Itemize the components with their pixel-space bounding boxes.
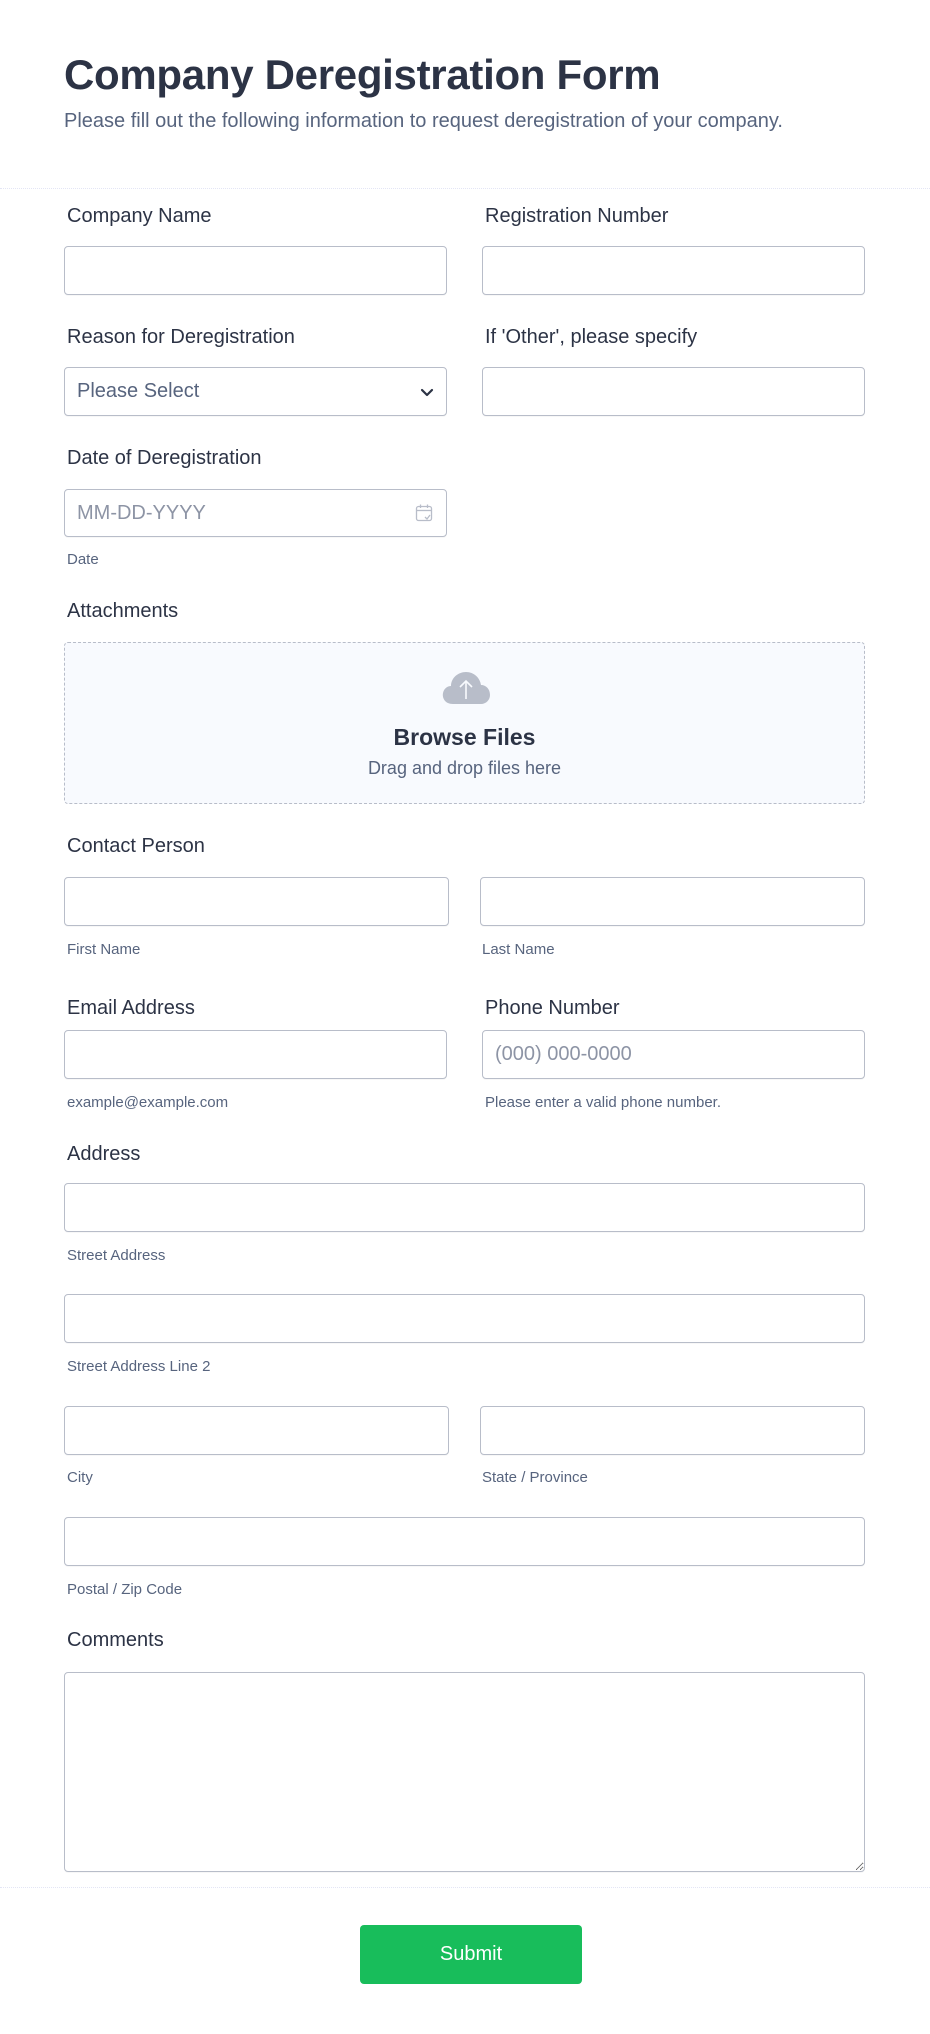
phone-input[interactable] xyxy=(482,1030,865,1079)
first-name-sublabel: First Name xyxy=(67,941,141,958)
company-name-label: Company Name xyxy=(67,205,212,227)
street-address-input[interactable] xyxy=(64,1183,865,1232)
first-name-input[interactable] xyxy=(64,877,449,926)
city-input[interactable] xyxy=(64,1406,449,1455)
state-province-input[interactable] xyxy=(480,1406,865,1455)
attachments-label: Attachments xyxy=(67,600,179,622)
browse-files-button[interactable]: Browse Files xyxy=(65,723,864,751)
city-sublabel: City xyxy=(67,1469,93,1486)
cloud-upload-icon xyxy=(442,672,490,704)
submit-button[interactable]: Submit xyxy=(360,1925,582,1984)
contact-person-label: Contact Person xyxy=(67,835,205,857)
address-label: Address xyxy=(67,1143,141,1165)
email-input[interactable] xyxy=(64,1030,447,1079)
registration-number-label: Registration Number xyxy=(485,205,669,227)
email-sublabel: example@example.com xyxy=(67,1094,229,1111)
postal-code-sublabel: Postal / Zip Code xyxy=(67,1581,183,1598)
last-name-input[interactable] xyxy=(480,877,865,926)
calendar-icon[interactable] xyxy=(415,503,433,523)
phone-sublabel: Please enter a valid phone number. xyxy=(485,1094,721,1111)
street-address-line2-sublabel: Street Address Line 2 xyxy=(67,1358,211,1375)
last-name-sublabel: Last Name xyxy=(482,941,555,958)
comments-textarea[interactable] xyxy=(64,1672,865,1872)
other-specify-input[interactable] xyxy=(482,367,865,416)
reason-label: Reason for Deregistration xyxy=(67,326,295,348)
reason-select-value: Please Select xyxy=(77,380,200,402)
email-label: Email Address xyxy=(67,997,195,1019)
state-province-sublabel: State / Province xyxy=(482,1469,588,1486)
date-label: Date of Deregistration xyxy=(67,447,262,469)
street-address-sublabel: Street Address xyxy=(67,1247,166,1264)
file-dropzone[interactable]: Browse Files Drag and drop files here xyxy=(64,642,865,804)
footer-divider xyxy=(0,1887,930,1888)
page-title: Company Deregistration Form xyxy=(64,51,661,98)
other-specify-label: If 'Other', please specify xyxy=(485,326,698,348)
date-field xyxy=(64,489,447,537)
street-address-line2-input[interactable] xyxy=(64,1294,865,1343)
postal-code-input[interactable] xyxy=(64,1517,865,1566)
comments-label: Comments xyxy=(67,1629,164,1651)
header-divider xyxy=(0,188,930,189)
registration-number-input[interactable] xyxy=(482,246,865,295)
phone-label: Phone Number xyxy=(485,997,620,1019)
date-input[interactable] xyxy=(64,489,447,537)
company-name-input[interactable] xyxy=(64,246,447,295)
page-subtitle: Please fill out the following informatio… xyxy=(64,110,783,132)
chevron-down-icon xyxy=(420,388,434,396)
date-sublabel: Date xyxy=(67,551,99,568)
reason-select[interactable]: Please Select xyxy=(64,367,447,416)
dropzone-hint: Drag and drop files here xyxy=(367,758,562,778)
